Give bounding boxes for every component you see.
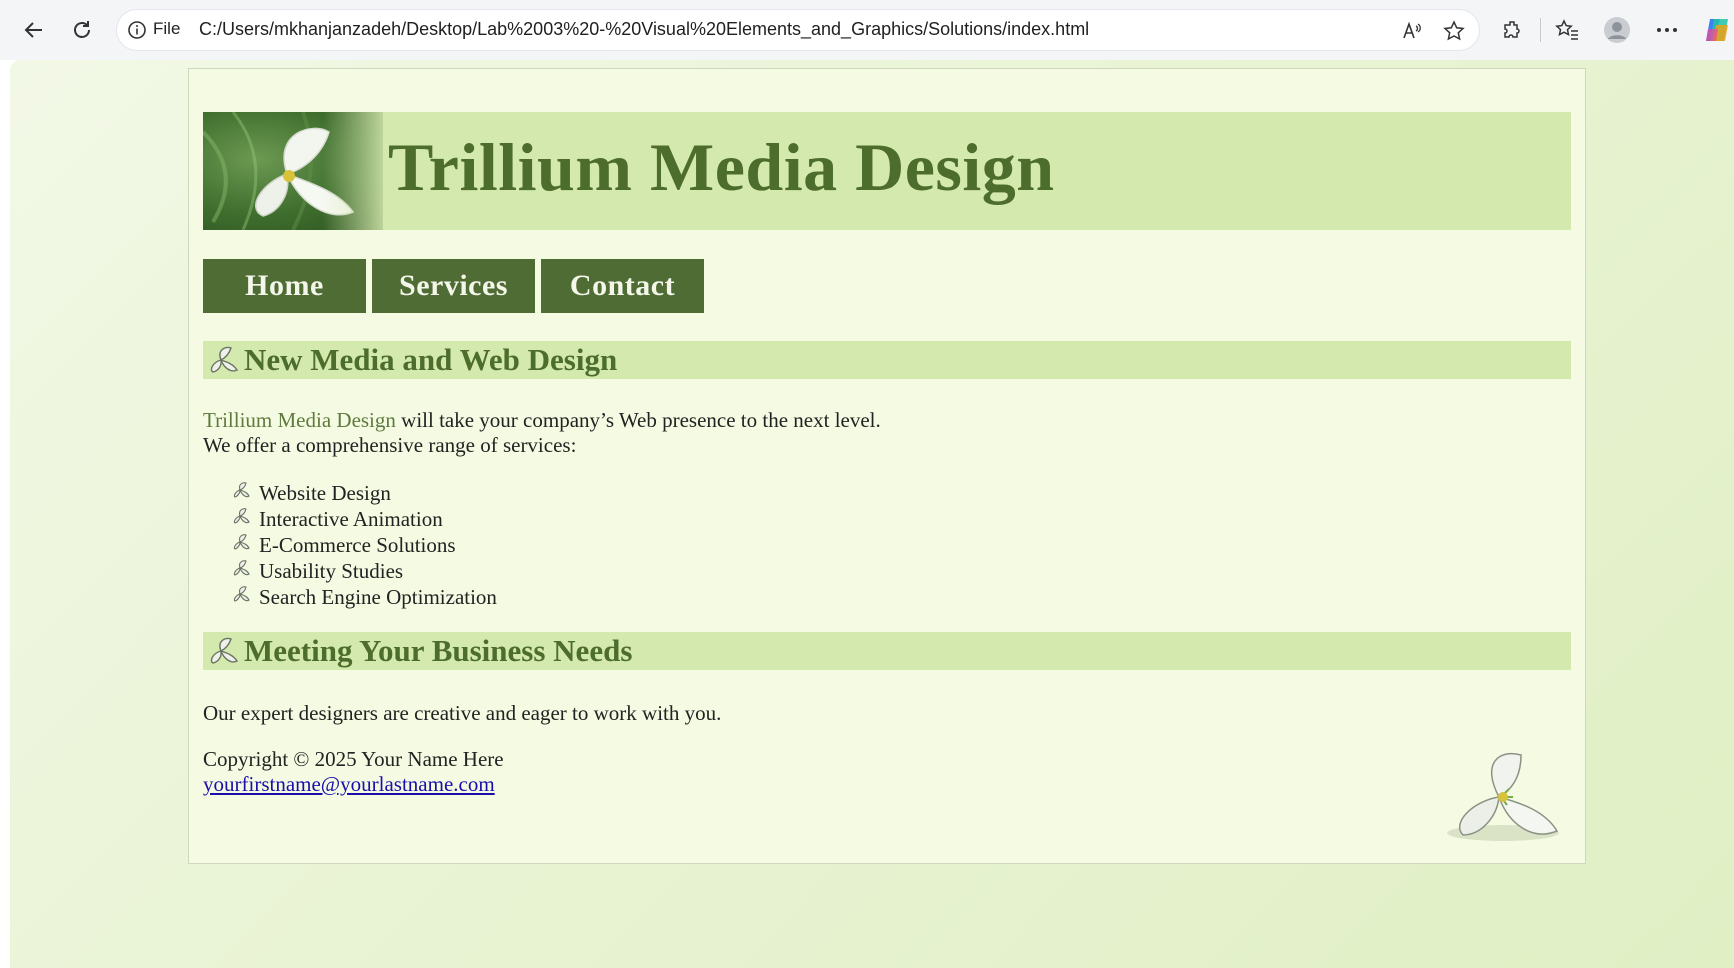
more-icon[interactable] [1650,13,1684,47]
content-wrapper: Trillium Media Design Home Services Cont… [188,68,1586,864]
trillium-icon [210,346,239,373]
section-heading-text: Meeting Your Business Needs [244,633,633,668]
business-paragraph: Our expert designers are creative and ea… [203,701,722,725]
address-bar[interactable]: File C:/Users/mkhanjanzadeh/Desktop/Lab%… [116,9,1480,51]
file-label: File [153,19,181,38]
url-text[interactable]: C:/Users/mkhanjanzadeh/Desktop/Lab%2003%… [199,19,1089,40]
site-header-banner: Trillium Media Design [203,112,1571,230]
nav-contact[interactable]: Contact [541,259,704,313]
copyright-text: Copyright © 2025 Your Name Here [203,747,504,771]
main-nav: Home Services Contact [203,259,704,313]
trillium-icon [210,637,239,664]
list-item: Usability Studies [231,558,497,584]
list-item: E-Commerce Solutions [231,532,497,558]
read-aloud-icon[interactable] [1399,18,1425,44]
nav-home[interactable]: Home [203,259,366,313]
list-item: Search Engine Optimization [231,584,497,610]
nav-services[interactable]: Services [372,259,535,313]
section-heading-web-design: New Media and Web Design [203,341,1571,379]
offer-text: We offer a comprehensive range of servic… [203,433,577,457]
section-heading-text: New Media and Web Design [244,342,618,377]
favorite-star-icon[interactable] [1441,18,1467,44]
trillium-bullet-icon [233,560,250,576]
back-icon[interactable] [14,10,54,50]
favorites-icon[interactable] [1550,13,1584,47]
services-list: Website Design Interactive Animation E-C… [231,480,497,610]
info-icon[interactable] [127,20,147,40]
refresh-icon[interactable] [62,10,102,50]
header-photo-fade [323,112,393,230]
page-viewport: Trillium Media Design Home Services Cont… [0,60,1734,968]
trillium-bullet-icon [233,508,250,524]
trillium-bullet-icon [233,586,250,602]
trillium-footer-image [1447,753,1559,841]
list-item: Website Design [231,480,497,506]
toolbar-divider [1540,18,1541,42]
trillium-bullet-icon [233,534,250,550]
intro-paragraph: Trillium Media Design will take your com… [203,408,881,458]
intro-text: will take your company’s Web presence to… [395,408,881,432]
page-background: Trillium Media Design Home Services Cont… [10,60,1734,968]
extensions-icon[interactable] [1496,13,1530,47]
trillium-bullet-icon [233,482,250,498]
email-link[interactable]: yourfirstname@yourlastname.com [203,772,495,797]
browser-toolbar: File C:/Users/mkhanjanzadeh/Desktop/Lab%… [0,0,1734,60]
brand-name: Trillium Media Design [203,408,396,432]
section-heading-business-needs: Meeting Your Business Needs [203,632,1571,670]
copilot-icon[interactable] [1700,13,1734,47]
site-title: Trillium Media Design [388,129,1055,205]
list-item: Interactive Animation [231,506,497,532]
profile-icon[interactable] [1600,13,1634,47]
